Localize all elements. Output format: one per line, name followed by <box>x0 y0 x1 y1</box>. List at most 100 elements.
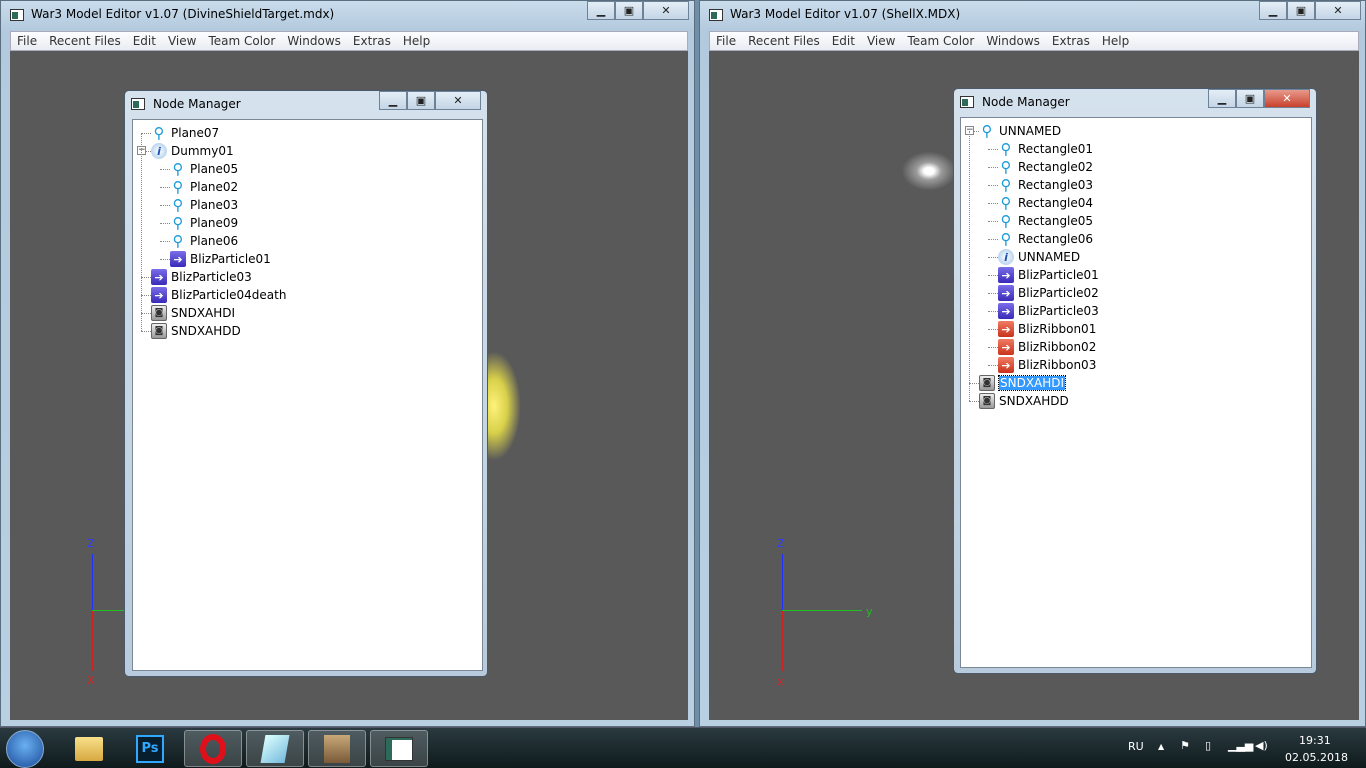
info-icon: i <box>151 143 167 159</box>
tree-node[interactable]: ➔ BlizParticle02 <box>998 284 1099 302</box>
menu-team-color[interactable]: Team Color <box>202 34 281 48</box>
menu-team-color[interactable]: Team Color <box>901 34 980 48</box>
tree-node[interactable]: ◙ SNDXAHDI <box>151 304 235 322</box>
power-icon[interactable]: ▯ <box>1205 739 1211 752</box>
menu-edit[interactable]: Edit <box>826 34 861 48</box>
tree-node[interactable]: ⚲ Plane09 <box>170 214 239 232</box>
menu-windows[interactable]: Windows <box>980 34 1046 48</box>
bone-icon: ⚲ <box>1000 194 1012 212</box>
network-signal-icon[interactable]: ▁▃▅ <box>1228 739 1253 752</box>
bone-icon: ⚲ <box>172 214 184 232</box>
tree-node[interactable]: ➔ BlizRibbon03 <box>998 356 1096 374</box>
tree-node-label: Dummy01 <box>171 144 234 158</box>
tree-connector <box>988 221 998 222</box>
maximize-button[interactable]: ▣ <box>407 91 435 110</box>
tree-node[interactable]: i UNNAMED <box>998 248 1080 266</box>
tree-connector <box>988 203 998 204</box>
tree-node-label: Plane03 <box>190 198 239 212</box>
node-manager-icon <box>960 96 974 108</box>
tree-node[interactable]: ➔ BlizParticle01 <box>998 266 1099 284</box>
menu-help[interactable]: Help <box>1096 34 1135 48</box>
particle-icon: ➔ <box>151 287 167 303</box>
taskbar-war3-model-editor[interactable] <box>370 730 428 767</box>
taskbar-photoshop[interactable]: Ps <box>121 730 179 767</box>
menu-bar: File Recent Files Edit View Team Color Window… <box>709 31 1359 51</box>
node-tree[interactable]: ⚲ UNNAMED − ⚲ Rectangle01 ⚲ Rectangle02 ⚲ Rectan… <box>960 117 1312 668</box>
close-button[interactable]: ✕ <box>1315 1 1361 20</box>
taskbar-opera[interactable] <box>184 730 242 767</box>
maximize-button[interactable]: ▣ <box>615 1 643 20</box>
bone-icon: ⚲ <box>172 178 184 196</box>
tree-connector <box>160 241 170 242</box>
tree-connector <box>160 169 170 170</box>
tree-node[interactable]: ⚲ Plane03 <box>170 196 239 214</box>
taskbar-notepad[interactable] <box>246 730 304 767</box>
minimize-button[interactable]: ▁ <box>379 91 407 110</box>
tree-node[interactable]: ⚲ Rectangle03 <box>998 176 1094 194</box>
clock-time[interactable]: 19:31 <box>1299 734 1331 747</box>
particle-icon: ➔ <box>998 285 1014 301</box>
menu-extras[interactable]: Extras <box>1046 34 1096 48</box>
tree-node[interactable]: ⚲ Rectangle01 <box>998 140 1094 158</box>
tree-node[interactable]: ➔ BlizParticle03 <box>998 302 1099 320</box>
x-axis <box>782 611 783 671</box>
tree-node[interactable]: ➔ BlizParticle01 <box>170 250 271 268</box>
maximize-button[interactable]: ▣ <box>1236 89 1264 108</box>
tree-node[interactable]: ⚲ Plane07 <box>151 124 220 142</box>
ribbon-icon: ➔ <box>998 357 1014 373</box>
minimize-button[interactable]: ▁ <box>1259 1 1287 20</box>
tree-connector <box>160 205 170 206</box>
menu-extras[interactable]: Extras <box>347 34 397 48</box>
tree-connector <box>988 275 998 276</box>
tree-node[interactable]: ◙ SNDXAHDI <box>979 374 1067 392</box>
clock-date[interactable]: 02.05.2018 <box>1285 751 1348 764</box>
menu-file[interactable]: File <box>11 34 43 48</box>
tree-node[interactable]: ◙ SNDXAHDD <box>979 392 1069 410</box>
tree-connector <box>988 365 998 366</box>
show-hidden-icons[interactable]: ▲ <box>1158 742 1164 751</box>
maximize-button[interactable]: ▣ <box>1287 1 1315 20</box>
volume-icon[interactable]: ◀) <box>1255 739 1268 752</box>
menu-recent-files[interactable]: Recent Files <box>742 34 826 48</box>
menu-view[interactable]: View <box>861 34 901 48</box>
menu-file[interactable]: File <box>710 34 742 48</box>
tree-node[interactable]: i Dummy01 <box>151 142 234 160</box>
taskbar-explorer[interactable] <box>60 730 118 767</box>
tree-node[interactable]: ⚲ Rectangle02 <box>998 158 1094 176</box>
tree-node[interactable]: ⚲ Rectangle05 <box>998 212 1094 230</box>
tree-node[interactable]: ⚲ Rectangle04 <box>998 194 1094 212</box>
minimize-button[interactable]: ▁ <box>1208 89 1236 108</box>
close-button[interactable]: ✕ <box>435 91 481 110</box>
close-button[interactable]: ✕ <box>1264 89 1310 108</box>
tree-node[interactable]: ⚲ Plane02 <box>170 178 239 196</box>
tree-node-label: Rectangle03 <box>1018 178 1094 192</box>
z-axis-label: Z <box>87 537 95 550</box>
tree-node[interactable]: ⚲ Plane05 <box>170 160 239 178</box>
menu-recent-files[interactable]: Recent Files <box>43 34 127 48</box>
tree-node[interactable]: ⚲ UNNAMED <box>979 122 1062 140</box>
right-editor-window: War3 Model Editor v1.07 (ShellX.MDX) ▁ ▣… <box>699 0 1366 727</box>
taskbar-script-editor[interactable] <box>308 730 366 767</box>
menu-edit[interactable]: Edit <box>127 34 162 48</box>
close-button[interactable]: ✕ <box>643 1 689 20</box>
menu-help[interactable]: Help <box>397 34 436 48</box>
menu-view[interactable]: View <box>162 34 202 48</box>
action-center-flag-icon[interactable]: ⚑ <box>1180 739 1190 752</box>
tree-node[interactable]: ➔ BlizRibbon02 <box>998 338 1096 356</box>
node-tree[interactable]: ⚲ Plane07 i Dummy01− ⚲ Plane05 ⚲ Plane02 ⚲ Plane0… <box>132 119 483 671</box>
menu-windows[interactable]: Windows <box>281 34 347 48</box>
bone-icon: ⚲ <box>1000 140 1012 158</box>
ribbon-icon: ➔ <box>998 321 1014 337</box>
tree-node[interactable]: ⚲ Plane06 <box>170 232 239 250</box>
tree-node[interactable]: ⚲ Rectangle06 <box>998 230 1094 248</box>
language-indicator[interactable]: RU <box>1128 740 1144 753</box>
tree-node[interactable]: ➔ BlizParticle04death <box>151 286 286 304</box>
tree-node-label: SNDXAHDD <box>999 394 1069 408</box>
tree-node[interactable]: ➔ BlizRibbon01 <box>998 320 1096 338</box>
tree-node[interactable]: ➔ BlizParticle03 <box>151 268 252 286</box>
z-axis-label: Z <box>777 537 785 550</box>
tree-node[interactable]: ◙ SNDXAHDD <box>151 322 241 340</box>
start-button[interactable] <box>6 730 44 768</box>
minimize-button[interactable]: ▁ <box>587 1 615 20</box>
tree-node-label: BlizParticle03 <box>1018 304 1099 318</box>
